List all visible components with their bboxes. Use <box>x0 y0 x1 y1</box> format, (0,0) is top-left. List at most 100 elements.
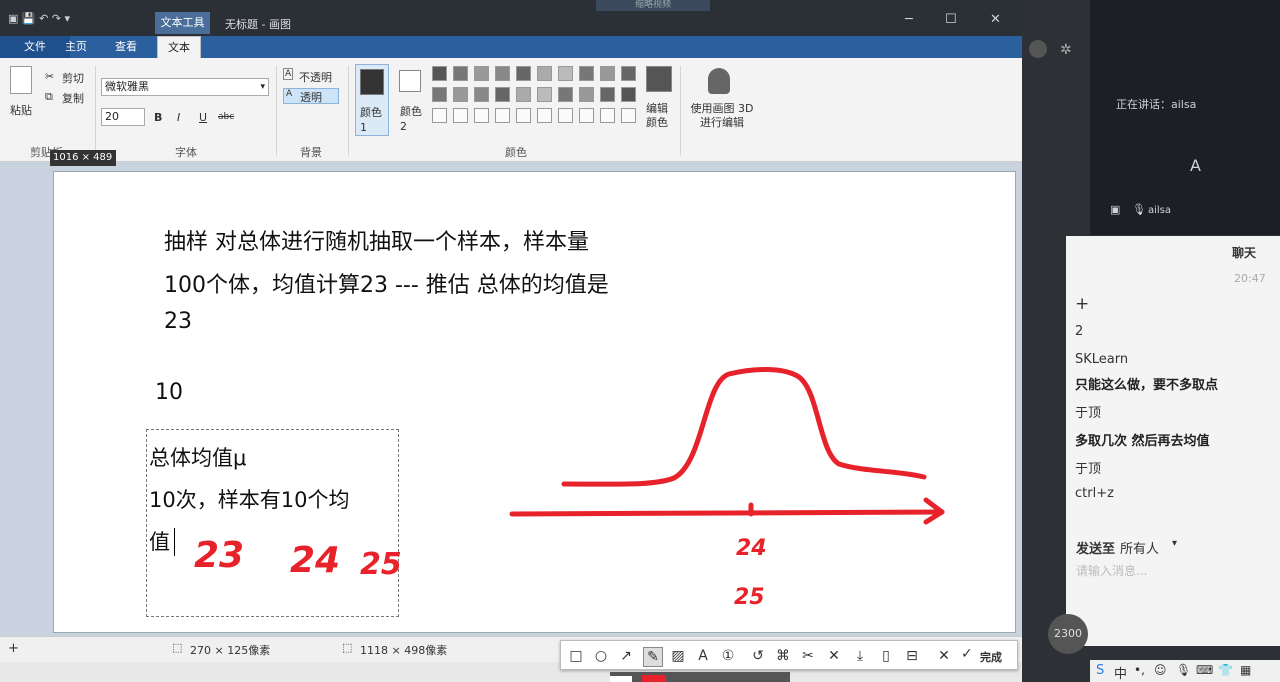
text-icon[interactable]: A <box>694 647 712 665</box>
shirt-icon[interactable]: 👕 <box>1218 663 1233 677</box>
palette-swatch[interactable] <box>621 108 636 123</box>
done-label: 完成 <box>980 651 1002 664</box>
chat-message: 于顶 <box>1075 462 1102 477</box>
palette-swatch[interactable] <box>432 87 447 102</box>
palette-swatch[interactable] <box>432 108 447 123</box>
font-size-select[interactable]: 20 <box>101 108 145 126</box>
paint3d-icon <box>708 68 730 94</box>
divider <box>680 66 681 156</box>
palette-swatch[interactable] <box>621 87 636 102</box>
timer-badge: 2300 <box>1048 614 1088 654</box>
palette-swatch[interactable] <box>537 108 552 123</box>
ellipse-icon[interactable]: ○ <box>592 647 610 665</box>
font-group-label: 字体 <box>175 146 197 159</box>
palette-swatch[interactable] <box>579 108 594 123</box>
palette-swatch[interactable] <box>474 66 489 81</box>
chat-message: + <box>1075 294 1090 314</box>
paste-icon[interactable] <box>10 66 32 94</box>
palette-swatch[interactable] <box>453 66 468 81</box>
handwriting-axis-25: 25 <box>734 585 765 610</box>
mosaic-icon[interactable]: ▨ <box>669 647 687 665</box>
palette-swatch[interactable] <box>453 87 468 102</box>
paint3d-button[interactable]: 使用画图 3D 进行编辑 <box>690 102 754 130</box>
palette-swatch[interactable] <box>558 66 573 81</box>
ime-icon[interactable]: S <box>1096 663 1104 678</box>
palette-swatch[interactable] <box>579 87 594 102</box>
copy-icon[interactable]: ▯ <box>877 647 895 665</box>
canvas[interactable]: 抽样 对总体进行随机抽取一个样本，样本量 100个体，均值计算23 --- 推估… <box>53 171 1016 633</box>
keyboard-icon[interactable]: ⌨ <box>1196 663 1213 677</box>
palette-swatch[interactable] <box>600 108 615 123</box>
palette-swatch[interactable] <box>537 87 552 102</box>
color-red[interactable] <box>642 675 666 682</box>
color2-button[interactable]: 颜色 2 <box>396 64 428 136</box>
ime-chinese-mode[interactable]: 中 <box>1114 663 1127 682</box>
palette-swatch[interactable] <box>474 108 489 123</box>
opaque-button[interactable]: A 不透明 <box>283 68 339 84</box>
color-palette <box>432 66 642 128</box>
palette-swatch[interactable] <box>432 66 447 81</box>
palette-swatch[interactable] <box>600 87 615 102</box>
palette-swatch[interactable] <box>495 108 510 123</box>
pin-icon[interactable]: ⌘ <box>774 647 792 665</box>
chat-title: 聊天 <box>1232 246 1257 260</box>
chat-input[interactable]: 请输入消息... <box>1076 562 1272 578</box>
undo-icon[interactable]: ↺ <box>749 647 767 665</box>
title-bar: ▣ 💾 ↶ ↷ ▾ 文本工具 无标题 - 画图 ─ ☐ ✕ <box>0 0 1022 36</box>
cut-icon[interactable]: ✂ <box>45 70 54 83</box>
number-icon[interactable]: ① <box>719 647 737 665</box>
palette-swatch[interactable] <box>579 66 594 81</box>
avatar-letter: A <box>1190 156 1201 175</box>
done-button[interactable]: ✓ 完成 <box>961 646 1015 666</box>
palette-swatch[interactable] <box>621 66 636 81</box>
palette-swatch[interactable] <box>474 87 489 102</box>
bold-button[interactable]: B <box>154 111 162 124</box>
underline-button[interactable]: U <box>199 111 207 124</box>
copy-icon[interactable]: ⧉ <box>45 90 53 104</box>
ime-bar: S 中 •, ☺ 🎙 ⌨ 👕 ▦ <box>1090 660 1280 682</box>
emoji-icon[interactable]: ☺ <box>1154 663 1167 677</box>
bookmark-icon[interactable]: ⊟ <box>903 647 921 665</box>
grid-icon[interactable]: ▦ <box>1240 663 1251 677</box>
tab-home[interactable]: 主页 <box>55 36 97 58</box>
color-white[interactable] <box>610 676 632 682</box>
settings-icon[interactable]: ✲ <box>1060 42 1072 58</box>
palette-swatch[interactable] <box>516 108 531 123</box>
font-family-select[interactable]: 微软雅黑 ▾ <box>101 78 269 96</box>
palette-swatch[interactable] <box>537 66 552 81</box>
palette-swatch[interactable] <box>516 66 531 81</box>
cancel-icon[interactable]: ✕ <box>935 647 953 665</box>
send-to-select[interactable]: 发送至 所有人 ▾ <box>1076 538 1186 557</box>
edit-colors-button[interactable]: 编辑颜色 <box>646 102 672 130</box>
palette-swatch[interactable] <box>453 108 468 123</box>
palette-swatch[interactable] <box>495 87 510 102</box>
download-icon[interactable]: ⤓ <box>851 647 869 665</box>
send-to-value: 所有人 <box>1120 542 1160 557</box>
arrow-icon[interactable]: ↗ <box>617 647 635 665</box>
copy-button[interactable]: 复制 <box>62 90 84 106</box>
tab-text[interactable]: 文本 <box>157 36 201 59</box>
paste-button[interactable]: 粘贴 <box>10 102 32 118</box>
strikethrough-button[interactable]: abc <box>218 112 234 122</box>
close-icon[interactable]: ✕ <box>990 12 1001 27</box>
transparent-button[interactable]: A 透明 <box>283 88 339 104</box>
punctuation-icon[interactable]: •, <box>1134 663 1145 677</box>
maximize-icon[interactable]: ☐ <box>945 12 957 27</box>
quick-access-icon[interactable]: ▣ 💾 ↶ ↷ ▾ <box>8 12 70 25</box>
color1-button[interactable]: 颜色 1 <box>355 64 389 136</box>
tab-view[interactable]: 查看 <box>105 36 147 58</box>
cut-button[interactable]: 剪切 <box>62 70 84 86</box>
scissors-icon[interactable]: ✂ <box>799 647 817 665</box>
palette-swatch[interactable] <box>558 108 573 123</box>
palette-swatch[interactable] <box>495 66 510 81</box>
palette-swatch[interactable] <box>516 87 531 102</box>
palette-swatch[interactable] <box>600 66 615 81</box>
pen-icon[interactable]: ✎ <box>643 647 663 667</box>
chat-time: 20:47 <box>1234 272 1266 285</box>
minimize-icon[interactable]: ─ <box>905 12 913 27</box>
italic-button[interactable]: I <box>177 111 180 124</box>
mic-icon[interactable]: 🎙 <box>1176 663 1191 677</box>
no-pin-icon[interactable]: ✕ <box>825 647 843 665</box>
palette-swatch[interactable] <box>558 87 573 102</box>
rectangle-icon[interactable]: □ <box>567 647 585 665</box>
